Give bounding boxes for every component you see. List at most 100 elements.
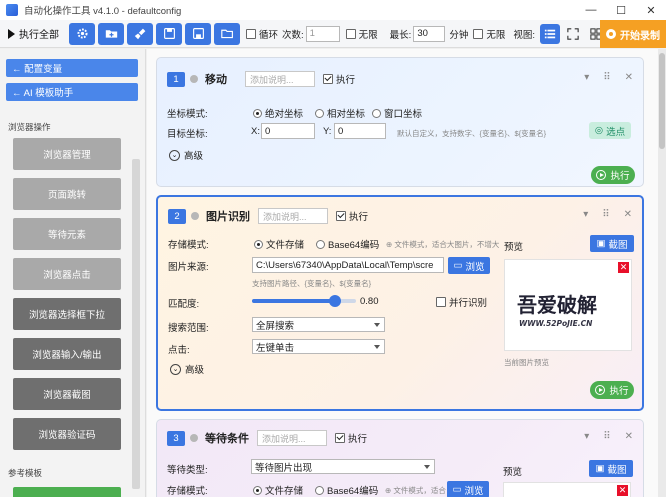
description-input[interactable]: 添加说明... [258, 208, 328, 224]
radio-indicator[interactable] [253, 485, 262, 495]
ai-template-helper-button[interactable]: ← AI 模板助手 [6, 83, 138, 101]
browser-input-output-button[interactable]: 浏览器输入/输出 [13, 338, 121, 370]
match-value: 0.80 [360, 296, 379, 307]
main-workflow-area: 1 移动 添加说明... 执行 ▾ ⠿ ✕ 坐标模式: 绝对坐标 相对坐标 窗口… [147, 49, 666, 497]
config-variables-button[interactable]: ← 配置变量 [6, 59, 138, 77]
match-slider[interactable] [252, 295, 356, 307]
pick-point-button[interactable]: ◎ 选点 [589, 122, 631, 139]
wait-element-button[interactable]: 等待元素 [13, 218, 121, 250]
loop-checkbox-box[interactable] [246, 28, 256, 39]
settings-button[interactable] [69, 22, 95, 45]
logo-url-text: WWW.52PoJIE.CN [519, 319, 593, 328]
reference-template-item[interactable] [13, 487, 121, 497]
radio-indicator[interactable] [316, 239, 325, 249]
add-folder-button[interactable] [98, 22, 124, 45]
radio-indicator[interactable] [315, 485, 324, 495]
unlimited-checkbox[interactable]: 无限 [345, 27, 378, 41]
remove-image-icon[interactable]: ✕ [618, 262, 629, 273]
screenshot-button[interactable]: ▣ 截图 [589, 460, 633, 477]
start-record-button[interactable]: 开始录制 [600, 20, 666, 48]
screenshot-button[interactable]: ▣ 截图 [590, 235, 634, 252]
save-as-icon [192, 28, 204, 39]
collapse-icon[interactable]: ▾ [584, 72, 589, 83]
browser-captcha-button[interactable]: 浏览器验证码 [13, 418, 121, 450]
collapse-icon[interactable]: ▾ [584, 431, 589, 442]
base64-radio[interactable]: Base64编码 [315, 483, 378, 497]
page-navigate-button[interactable]: 页面跳转 [13, 178, 121, 210]
loop-checkbox[interactable]: 循环 [246, 27, 278, 41]
remove-image-icon[interactable]: ✕ [617, 485, 628, 496]
unlimited-time-checkbox[interactable]: 无限 [473, 27, 505, 41]
click-type-select[interactable]: 左键单击 [252, 339, 385, 354]
advanced-toggle[interactable]: ⌄ 高级 [169, 148, 203, 162]
execute-checkbox-box[interactable] [336, 211, 346, 221]
list-view-button[interactable] [539, 23, 560, 44]
advanced-toggle[interactable]: ⌄ 高级 [170, 362, 204, 376]
file-storage-radio[interactable]: 文件存储 [253, 483, 303, 497]
parallel-checkbox-box[interactable] [436, 297, 446, 307]
browser-click-button[interactable]: 浏览器点击 [13, 258, 121, 290]
radio-indicator[interactable] [253, 108, 262, 118]
step-title: 图片识别 [206, 211, 250, 223]
browse-button[interactable]: ▭ 浏览 [448, 257, 490, 274]
drag-handle-icon[interactable]: ⠿ [602, 209, 609, 220]
execute-checkbox[interactable]: 执行 [323, 72, 355, 86]
x-label: X: [251, 126, 260, 137]
match-slider-knob[interactable] [329, 295, 342, 307]
x-input[interactable]: 0 [261, 123, 315, 139]
browse-button[interactable]: ▭ 浏览 [447, 481, 489, 497]
browser-screenshot-button[interactable]: 浏览器截图 [13, 378, 121, 410]
radio-indicator[interactable] [372, 108, 381, 118]
collapse-icon[interactable]: ▾ [583, 209, 588, 220]
base64-radio[interactable]: Base64编码 [316, 237, 379, 251]
max-length-input[interactable]: 30 [413, 25, 446, 42]
run-step-button[interactable]: 执行 [590, 381, 634, 399]
execute-checkbox-box[interactable] [335, 433, 345, 443]
search-range-label: 搜索范围: [168, 323, 209, 334]
window-coord-radio[interactable]: 窗口坐标 [372, 106, 422, 120]
unlimited-time-checkbox-box[interactable] [473, 28, 484, 39]
main-scrollbar-thumb[interactable] [659, 53, 665, 149]
image-source-input[interactable]: C:\Users\67340\AppData\Local\Temp\scre [252, 257, 444, 273]
radio-indicator[interactable] [254, 239, 263, 249]
wait-type-select[interactable]: 等待图片出现 [251, 459, 435, 474]
description-input[interactable]: 添加说明... [245, 71, 315, 87]
drag-handle-icon[interactable]: ⠿ [603, 72, 610, 83]
absolute-coord-radio[interactable]: 绝对坐标 [253, 106, 303, 120]
execute-checkbox-box[interactable] [323, 74, 333, 84]
file-storage-radio[interactable]: 文件存储 [254, 237, 304, 251]
maximize-button[interactable]: ☐ [606, 0, 636, 20]
sidebar-scrollbar[interactable] [132, 159, 140, 489]
close-icon[interactable]: ✕ [625, 72, 633, 83]
save-as-button[interactable] [185, 22, 211, 45]
open-folder-button[interactable] [214, 22, 240, 45]
run-step-button[interactable]: 执行 [591, 166, 635, 184]
storage-mode-label: 存储模式: [167, 486, 208, 497]
clean-button[interactable] [127, 22, 153, 45]
execute-checkbox[interactable]: 执行 [336, 209, 368, 223]
status-dot [190, 434, 198, 442]
fit-view-button[interactable] [563, 24, 583, 44]
close-icon[interactable]: ✕ [625, 431, 633, 442]
y-input[interactable]: 0 [334, 123, 386, 139]
run-all-button[interactable]: 执行全部 [8, 26, 59, 41]
relative-coord-radio[interactable]: 相对坐标 [315, 106, 365, 120]
execute-checkbox[interactable]: 执行 [335, 431, 367, 445]
browser-manage-button[interactable]: 浏览器管理 [13, 138, 121, 170]
radio-indicator[interactable] [315, 108, 324, 118]
unlimited-checkbox-box[interactable] [345, 28, 356, 39]
close-icon[interactable]: ✕ [624, 209, 632, 220]
parallel-recognition-checkbox[interactable]: 并行识别 [436, 295, 487, 309]
parallel-label: 并行识别 [449, 298, 488, 309]
save-button[interactable] [156, 22, 182, 45]
site-logo-image: 吾爱破解 WWW.52PoJIE.CN [517, 293, 597, 328]
main-scrollbar[interactable] [658, 49, 666, 497]
count-input[interactable]: 1 [305, 25, 340, 42]
drag-handle-icon[interactable]: ⠿ [603, 431, 610, 442]
sidebar: ← 配置变量 ← AI 模板助手 浏览器操作 浏览器管理 页面跳转 等待元素 浏… [0, 49, 146, 497]
close-window-button[interactable]: ✕ [636, 0, 666, 20]
description-input[interactable]: 添加说明... [257, 430, 327, 446]
browser-select-dropdown-button[interactable]: 浏览器选择框下拉 [13, 298, 121, 330]
search-range-select[interactable]: 全屏搜索 [252, 317, 385, 332]
minimize-button[interactable]: — [576, 0, 606, 20]
